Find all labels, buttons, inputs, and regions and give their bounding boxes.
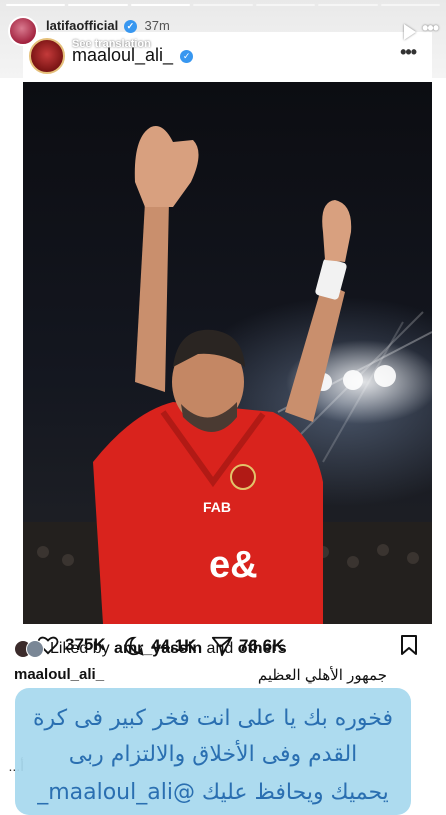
svg-text:FAB: FAB xyxy=(203,499,231,515)
story-text-sticker[interactable]: فخوره بك يا على انت فخر كبير فى كرة القد… xyxy=(15,688,411,815)
see-translation-link[interactable]: See translation xyxy=(72,38,151,50)
post-caption: maaloul_ali_ جمهور الأهلي العظيم xyxy=(14,666,395,684)
liker-avatar xyxy=(26,640,44,658)
story-timestamp: 37m xyxy=(144,18,170,33)
liked-by-row[interactable]: Liked by amr_yassin and others xyxy=(14,640,287,658)
story-more-icon[interactable]: ••• xyxy=(422,18,439,39)
story-username[interactable]: latifaofficial ✓ 37m xyxy=(46,18,170,34)
liked-by-user[interactable]: amr_yassin xyxy=(114,640,202,657)
verified-icon: ✓ xyxy=(180,49,194,63)
caption-username[interactable]: maaloul_ali_ xyxy=(14,666,104,683)
caption-text: جمهور الأهلي العظيم xyxy=(257,667,387,684)
liked-by-others[interactable]: others xyxy=(238,640,287,657)
story-avatar[interactable] xyxy=(8,16,38,46)
story-progress-bar xyxy=(6,4,440,6)
story-header: latifaofficial ✓ 37m See translation ••• xyxy=(8,14,439,50)
svg-text:e&: e& xyxy=(209,544,258,586)
verified-icon: ✓ xyxy=(123,20,137,34)
play-icon[interactable] xyxy=(404,24,416,40)
sticker-line: يحميك ويحافظ عليك @maaloul_ali_ xyxy=(37,780,389,805)
sticker-line: فخوره بك يا على انت فخر كبير فى كرة xyxy=(33,706,393,731)
player-celebration-illustration: FAB e& xyxy=(23,126,432,624)
bookmark-icon xyxy=(401,635,417,655)
sticker-line: القدم وفى الأخلاق والالتزام ربى xyxy=(68,742,358,767)
save-button[interactable] xyxy=(400,634,418,661)
post-image[interactable]: FAB e& xyxy=(23,82,432,624)
